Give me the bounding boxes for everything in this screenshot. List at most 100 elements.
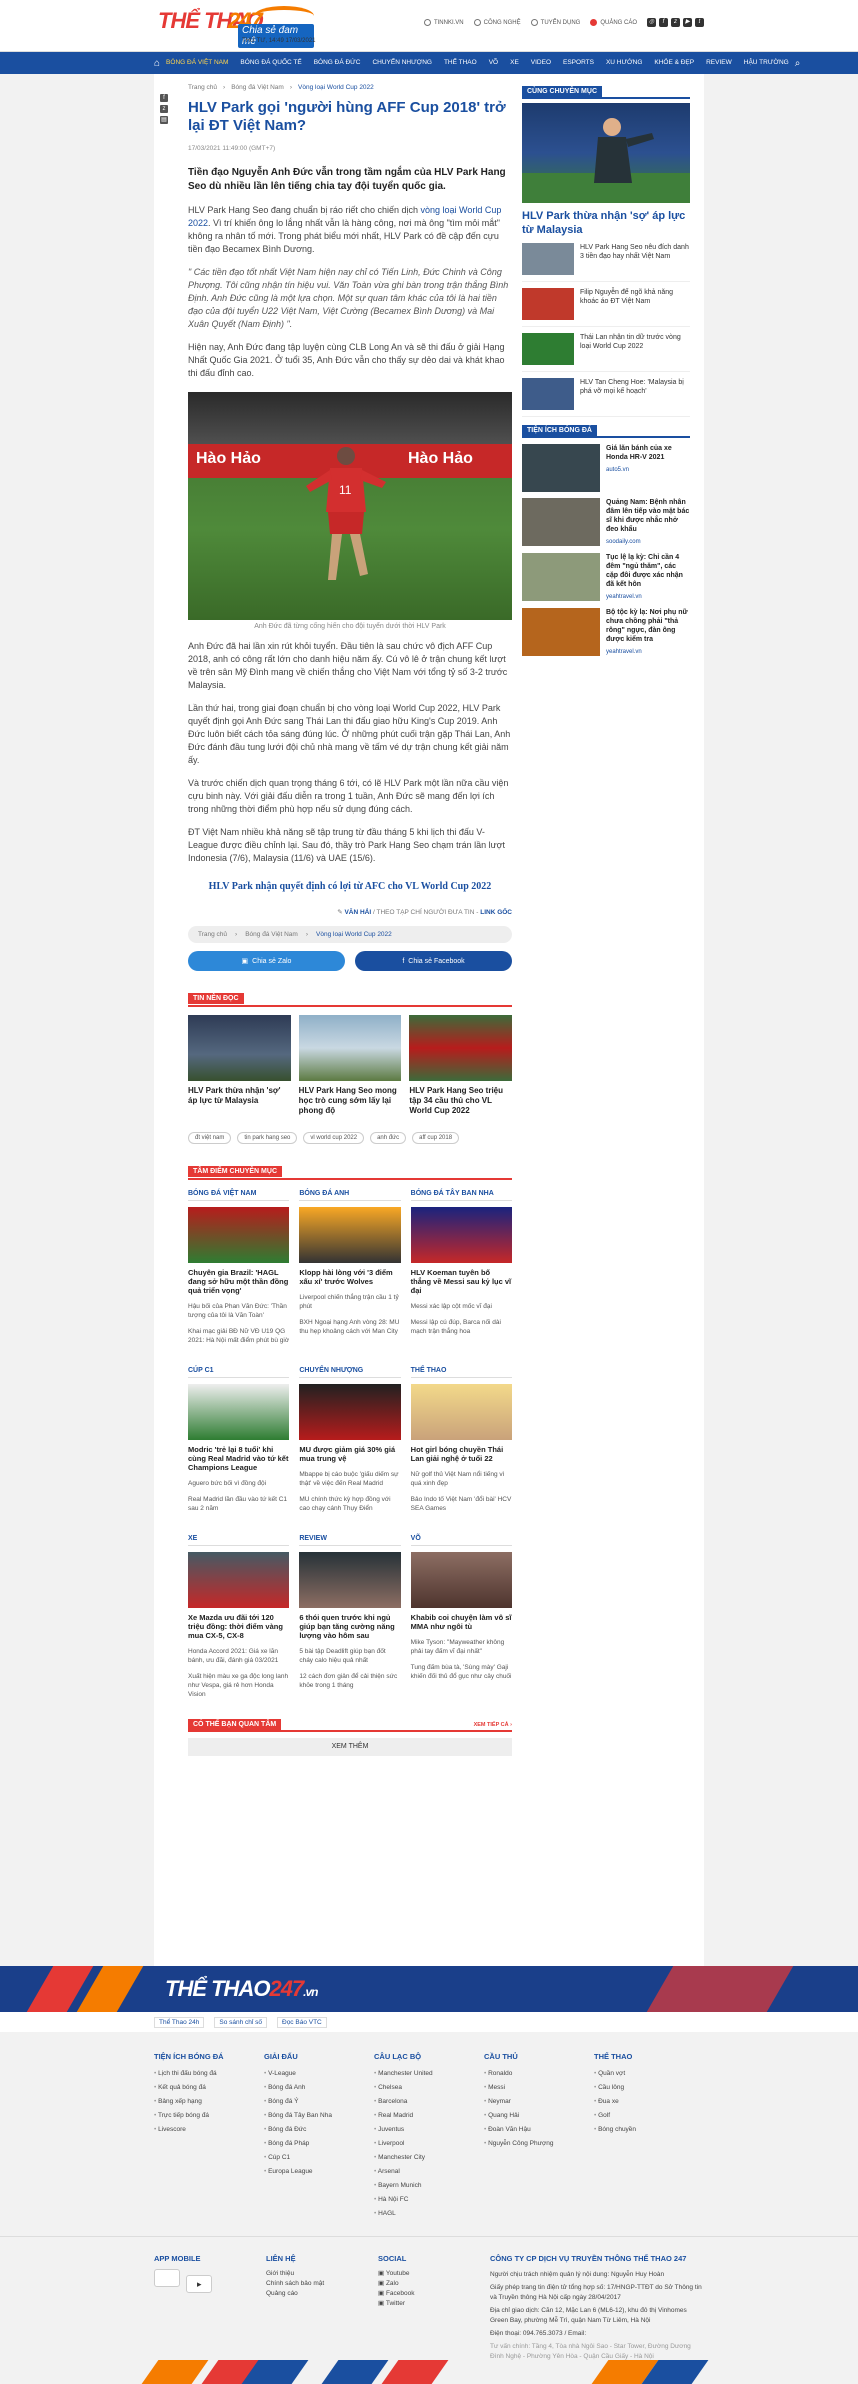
sidebar-item[interactable]: HLV Park Hang Seo nêu đích danh 3 tiền đ… [522, 237, 690, 282]
footer-tab[interactable]: Thể Thao 24h [154, 2017, 205, 2028]
focus-thumbnail[interactable] [410, 1552, 512, 1608]
related-card[interactable]: HLV Park Hang Seo mong học trò cung sớm … [298, 1015, 402, 1116]
sidebar-item[interactable]: HLV Tan Cheng Hoe: 'Malaysia bị phá vỡ m… [522, 372, 690, 417]
sidebar-featured-image[interactable] [522, 103, 690, 203]
footer-link[interactable]: Nguyễn Công Phượng [484, 2137, 594, 2151]
category-heading[interactable]: BÓNG ĐÁ VIỆT NAM [188, 1190, 290, 1201]
focus-title[interactable]: 6 thói quen trước khi ngủ giúp bạn tăng … [299, 1613, 400, 1640]
footer-link[interactable]: Trực tiếp bóng đá [154, 2109, 264, 2123]
footer-link[interactable]: Bayern Munich [374, 2179, 484, 2193]
focus-subitem[interactable]: Honda Accord 2021: Giá xe lăn bánh, ưu đ… [188, 1647, 289, 1665]
footer-link[interactable]: Đoàn Văn Hậu [484, 2123, 594, 2137]
breadcrumb-home[interactable]: Trang chủ [188, 84, 217, 91]
social-link-youtube[interactable]: ▣ Youtube [378, 2269, 490, 2279]
footer-link[interactable]: Kết quả bóng đá [154, 2081, 264, 2095]
nav-item[interactable]: XE [504, 52, 525, 74]
footer-link[interactable]: Hà Nội FC [374, 2193, 484, 2207]
sidebar-ad[interactable]: Quảng Nam: Bệnh nhân đâm lên tiếp vào mặ… [522, 498, 690, 547]
footer-link[interactable]: Ronaldo [484, 2067, 594, 2081]
category-heading[interactable]: VÕ [410, 1535, 512, 1546]
footer-link[interactable]: Cầu lông [594, 2081, 704, 2095]
focus-subitem[interactable]: Messi lập cú đúp, Barca nối dài mạch trậ… [411, 1318, 512, 1336]
breadcrumb-current[interactable]: Vòng loại World Cup 2022 [316, 931, 392, 938]
print-icon[interactable]: ▤ [160, 116, 168, 124]
share-zalo-button[interactable]: ▣ Chia sẻ Zalo [188, 951, 345, 971]
tag-chip[interactable]: aff cup 2018 [412, 1132, 460, 1144]
tag-chip[interactable]: tin park hang seo [237, 1132, 298, 1144]
android-app-icon[interactable]: ▸ [186, 2275, 213, 2293]
facebook-share-icon[interactable]: f [160, 94, 168, 102]
share-facebook-button[interactable]: f Chia sẻ Facebook [355, 951, 512, 971]
focus-title[interactable]: Xe Mazda ưu đãi tới 120 triệu đồng: thời… [188, 1613, 289, 1640]
category-heading[interactable]: CHUYỂN NHƯỢNG [299, 1367, 401, 1378]
focus-subitem[interactable]: Hậu bối của Phan Văn Đức: 'Thần tượng củ… [188, 1302, 289, 1320]
nav-item[interactable]: HẬU TRƯỜNG [738, 52, 795, 74]
focus-subitem[interactable]: Bảo Indo tố Việt Nam 'đổi bài' HCV SEA G… [411, 1495, 512, 1513]
focus-thumbnail[interactable] [188, 1207, 290, 1263]
footer-link[interactable]: Bóng đá Tây Ban Nha [264, 2109, 374, 2123]
footer-link[interactable]: Bóng chuyền [594, 2123, 704, 2137]
zalo-share-icon[interactable]: z [160, 105, 168, 113]
focus-subitem[interactable]: Khai mạc giải BĐ Nữ VĐ U19 QG 2021: Hà N… [188, 1327, 289, 1345]
tag-chip[interactable]: vl world cup 2022 [303, 1132, 365, 1144]
see-more-button[interactable]: XEM THÊM [188, 1738, 512, 1756]
footer-tab[interactable]: So sánh chỉ số [214, 2017, 267, 2028]
focus-subitem[interactable]: Nữ golf thủ Việt Nam nổi tiếng vì quá xi… [411, 1470, 512, 1488]
focus-title[interactable]: Klopp hài lòng với '3 điểm xấu xí' trước… [299, 1268, 400, 1286]
sidebar-ad[interactable]: Tục lệ lạ kỳ: Chỉ cần 4 đêm "ngủ thăm", … [522, 553, 690, 602]
top-link-congnghe[interactable]: CÔNG NGHỆ [473, 19, 521, 26]
footer-link[interactable]: Liverpool [374, 2137, 484, 2151]
search-icon[interactable]: ⌕ [795, 58, 801, 69]
sidebar-item[interactable]: Filip Nguyễn để ngõ khả năng khoác áo ĐT… [522, 282, 690, 327]
contact-link[interactable]: Giới thiệu [266, 2269, 378, 2279]
sidebar-featured-title[interactable]: HLV Park thừa nhận 'sợ' áp lực từ Malays… [522, 209, 690, 237]
top-link-tuyendung[interactable]: TUYỂN DỤNG [530, 19, 580, 26]
contact-link[interactable]: Quảng cáo [266, 2289, 378, 2299]
footer-link[interactable]: Quần vợt [594, 2067, 704, 2081]
footer-link[interactable]: Juventus [374, 2123, 484, 2137]
footer-link[interactable]: Manchester City [374, 2151, 484, 2165]
tag-chip[interactable]: đt việt nam [188, 1132, 232, 1144]
footer-link[interactable]: Bóng đá Đức [264, 2123, 374, 2137]
focus-thumbnail[interactable] [299, 1384, 401, 1440]
footer-link[interactable]: Europa League [264, 2165, 374, 2179]
twitter-icon[interactable]: t [695, 18, 704, 27]
focus-thumbnail[interactable] [188, 1384, 290, 1440]
breadcrumb-category[interactable]: Bóng đá Việt Nam [231, 84, 284, 91]
apple-app-icon[interactable] [154, 2269, 180, 2287]
footer-link[interactable]: Bóng đá Anh [264, 2081, 374, 2095]
sidebar-item[interactable]: Thái Lan nhận tin dữ trước vòng loại Wor… [522, 327, 690, 372]
footer-link[interactable]: Messi [484, 2081, 594, 2095]
focus-subitem[interactable]: Real Madrid lần đầu vào tứ kết C1 sau 2 … [188, 1495, 289, 1513]
nav-item[interactable]: THỂ THAO [438, 52, 483, 74]
focus-subitem[interactable]: Xuất hiện màu xe ga độc long lanh như Ve… [188, 1672, 289, 1699]
zalo-icon[interactable]: z [671, 18, 680, 27]
social-link-facebook[interactable]: ▣ Facebook [378, 2289, 490, 2299]
footer-tab[interactable]: Đọc Báo VTC [277, 2017, 327, 2028]
category-heading[interactable]: REVIEW [299, 1535, 401, 1546]
footer-link[interactable]: Barcelona [374, 2095, 484, 2109]
footer-link[interactable]: Golf [594, 2109, 704, 2123]
footer-link[interactable]: Chelsea [374, 2081, 484, 2095]
footer-link[interactable]: Arsenal [374, 2165, 484, 2179]
footer-link[interactable]: Bóng đá Pháp [264, 2137, 374, 2151]
breadcrumb-home[interactable]: Trang chủ [198, 931, 227, 938]
category-heading[interactable]: BÓNG ĐÁ TÂY BAN NHA [410, 1190, 512, 1201]
youtube-icon[interactable]: ▶ [683, 18, 692, 27]
top-link-tinnki[interactable]: TINNKI.VN [423, 19, 464, 26]
footer-link[interactable]: Manchester United [374, 2067, 484, 2081]
nav-item[interactable]: BÓNG ĐÁ VIỆT NAM [160, 52, 234, 74]
nav-item[interactable]: XU HƯỚNG [600, 52, 648, 74]
footer-link[interactable]: Neymar [484, 2095, 594, 2109]
facebook-icon[interactable]: f [659, 18, 668, 27]
contact-link[interactable]: Chính sách bảo mật [266, 2279, 378, 2289]
focus-subitem[interactable]: Mike Tyson: "Mayweather không phải tay đ… [411, 1638, 512, 1656]
footer-link[interactable]: Lịch thi đấu bóng đá [154, 2067, 264, 2081]
breadcrumb-category[interactable]: Bóng đá Việt Nam [245, 931, 298, 938]
focus-thumbnail[interactable] [410, 1384, 512, 1440]
focus-subitem[interactable]: Aguero bức bối vì đồng đội [188, 1479, 289, 1488]
nav-item[interactable]: ESPORTS [557, 52, 600, 74]
focus-title[interactable]: Hot girl bóng chuyền Thái Lan giải nghệ … [411, 1445, 512, 1463]
nav-item[interactable]: CHUYỂN NHƯỢNG [366, 52, 438, 74]
nav-item[interactable]: BÓNG ĐÁ ĐỨC [308, 52, 367, 74]
